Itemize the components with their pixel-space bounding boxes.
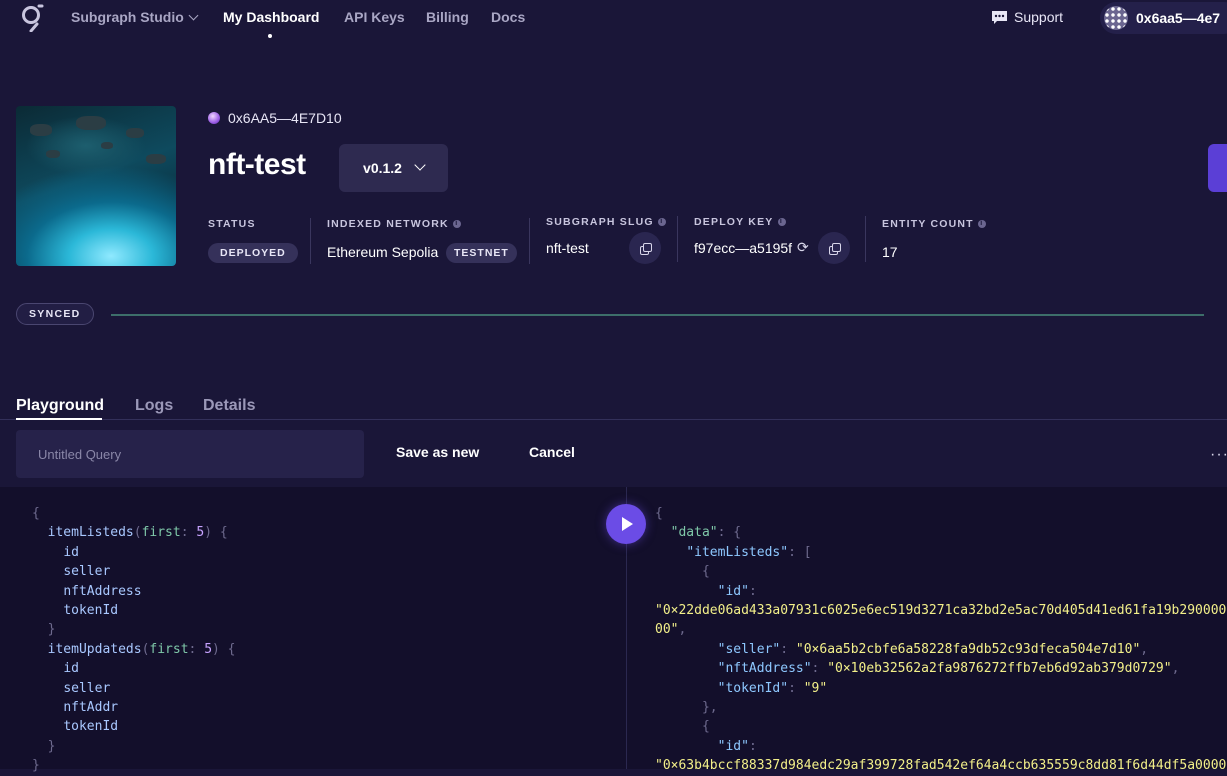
info-icon[interactable]: i bbox=[777, 218, 786, 226]
stat-divider bbox=[865, 216, 866, 262]
query-editor[interactable]: { itemListeds(first: 5) { id seller nftA… bbox=[32, 504, 236, 776]
nav-billing[interactable]: Billing bbox=[426, 9, 469, 25]
tab-details[interactable]: Details bbox=[203, 397, 255, 415]
copy-icon bbox=[828, 242, 841, 255]
testnet-badge: TESTNET bbox=[446, 243, 517, 263]
account-menu[interactable]: 0x6aa5—4e7 bbox=[1100, 2, 1227, 34]
status-badge: DEPLOYED bbox=[208, 243, 298, 263]
copy-slug-button[interactable] bbox=[629, 232, 661, 264]
save-as-new-button[interactable]: Save as new bbox=[396, 444, 479, 460]
cancel-button[interactable]: Cancel bbox=[529, 444, 575, 460]
query-name-input[interactable] bbox=[16, 430, 364, 478]
active-tab-indicator bbox=[16, 418, 102, 420]
tab-logs[interactable]: Logs bbox=[135, 397, 173, 415]
info-icon[interactable]: i bbox=[657, 218, 666, 226]
entity-count-value: 17 bbox=[882, 244, 898, 260]
network-value: Ethereum Sepolia bbox=[327, 244, 439, 260]
sync-status-badge: SYNCED bbox=[16, 303, 94, 325]
support-link[interactable]: Support bbox=[991, 9, 1063, 25]
slug-label: SUBGRAPH SLUG i bbox=[546, 216, 666, 228]
copy-icon bbox=[639, 242, 652, 255]
top-navigation: Subgraph Studio My Dashboard API Keys Bi… bbox=[0, 0, 1227, 38]
nav-api-keys[interactable]: API Keys bbox=[344, 9, 405, 25]
status-label: STATUS bbox=[208, 218, 256, 230]
info-icon[interactable]: i bbox=[452, 220, 461, 228]
stat-divider bbox=[677, 216, 678, 262]
nav-subgraph-studio[interactable]: Subgraph Studio bbox=[71, 9, 199, 25]
chevron-down-icon bbox=[188, 10, 199, 21]
primary-action-button[interactable] bbox=[1208, 144, 1227, 192]
tab-playground[interactable]: Playground bbox=[16, 397, 104, 415]
stat-divider bbox=[310, 218, 311, 264]
subgraph-title: nft-test bbox=[208, 148, 306, 181]
avatar bbox=[1104, 6, 1128, 30]
chat-bubble-icon bbox=[992, 10, 1007, 24]
more-options-icon[interactable]: ··· bbox=[1210, 446, 1227, 464]
slug-value: nft-test bbox=[546, 240, 589, 256]
info-icon[interactable]: i bbox=[977, 220, 986, 228]
graph-logo-icon[interactable] bbox=[19, 4, 45, 32]
run-query-button[interactable] bbox=[606, 504, 646, 544]
active-nav-indicator bbox=[268, 34, 272, 38]
tabs-divider bbox=[0, 419, 1227, 420]
nav-docs[interactable]: Docs bbox=[491, 9, 525, 25]
sync-progress-bar bbox=[111, 314, 1204, 316]
result-viewer: { "data": { "itemListeds": [ { "id": "0×… bbox=[655, 506, 1227, 774]
owner-avatar-icon bbox=[208, 112, 220, 124]
play-icon bbox=[622, 517, 633, 531]
version-selector[interactable]: v0.1.2 bbox=[339, 144, 448, 192]
deploy-key-value: f97ecc—a5195f bbox=[694, 240, 793, 256]
subgraph-owner[interactable]: 0x6AA5—4E7D10 bbox=[208, 110, 342, 126]
copy-deploy-key-button[interactable] bbox=[818, 232, 850, 264]
nav-my-dashboard[interactable]: My Dashboard bbox=[223, 9, 319, 25]
stat-divider bbox=[529, 218, 530, 264]
refresh-key-icon[interactable]: ⟳ bbox=[797, 239, 809, 256]
chevron-down-icon bbox=[414, 159, 426, 171]
subgraph-image bbox=[16, 106, 176, 266]
entity-count-label: ENTITY COUNT i bbox=[882, 218, 986, 230]
network-label: INDEXED NETWORK i bbox=[327, 218, 461, 230]
deploy-key-label: DEPLOY KEY i bbox=[694, 216, 786, 228]
